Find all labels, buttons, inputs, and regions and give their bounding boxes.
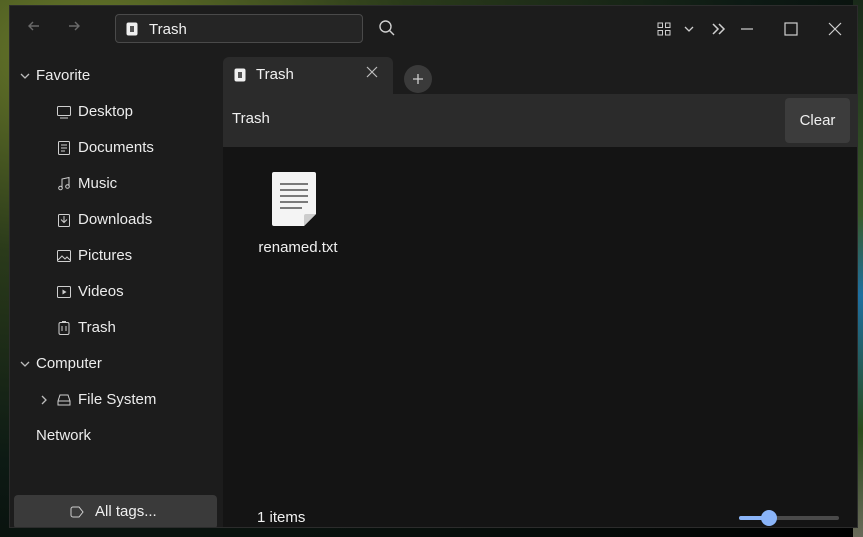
- chevrons-right-icon: [712, 23, 726, 35]
- video-icon: [57, 286, 71, 298]
- sidebar: Favorite Desktop Documents Music Downloa…: [10, 52, 220, 527]
- item-count: 1 items: [257, 509, 306, 526]
- arrow-left-icon: [28, 21, 39, 31]
- path-label: Trash: [232, 110, 270, 127]
- zoom-slider[interactable]: [739, 510, 839, 526]
- download-icon: [58, 214, 70, 227]
- tab-trash[interactable]: Trash: [223, 57, 393, 94]
- sidebar-section-favorite[interactable]: Favorite: [10, 61, 220, 91]
- sidebar-item-documents[interactable]: Documents: [10, 133, 220, 163]
- sidebar-item-music[interactable]: Music: [10, 169, 220, 199]
- sidebar-item-label: Downloads: [78, 211, 153, 228]
- all-tags-label: All tags...: [95, 503, 157, 520]
- new-tab-button[interactable]: [404, 65, 432, 93]
- tab-label: Trash: [256, 66, 294, 83]
- trash-icon: [126, 22, 138, 36]
- chevron-down-icon: [20, 361, 30, 367]
- forward-button[interactable]: [62, 18, 86, 40]
- sidebar-item-pictures[interactable]: Pictures: [10, 241, 220, 271]
- grid-view-icon: [657, 22, 671, 36]
- desktop-icon: [57, 106, 71, 119]
- plus-icon: [413, 74, 423, 84]
- close-icon: [828, 22, 842, 36]
- sidebar-item-trash[interactable]: Trash: [10, 313, 220, 343]
- sidebar-item-label: File System: [78, 391, 157, 408]
- trash-icon: [58, 321, 70, 335]
- sidebar-item-label: Videos: [78, 283, 124, 300]
- zoom-slider-handle[interactable]: [761, 510, 777, 526]
- back-button[interactable]: [22, 18, 46, 40]
- maximize-icon: [784, 22, 798, 36]
- sidebar-section-computer[interactable]: Computer: [10, 349, 220, 379]
- path-bar: Trash Clear: [223, 94, 857, 147]
- sidebar-item-downloads[interactable]: Downloads: [10, 205, 220, 235]
- search-button[interactable]: [378, 19, 396, 42]
- sidebar-item-desktop[interactable]: Desktop: [10, 97, 220, 127]
- main-pane: Trash Trash Clear renamed.txt 1 items: [223, 52, 857, 527]
- tab-close-button[interactable]: [366, 65, 378, 83]
- sidebar-item-label: Pictures: [78, 247, 133, 264]
- tag-icon: [70, 506, 84, 518]
- document-icon: [58, 141, 70, 155]
- chevron-down-icon: [20, 73, 30, 79]
- sidebar-item-label: Music: [78, 175, 118, 192]
- chevron-right-icon: [41, 395, 47, 405]
- sidebar-item-label: Desktop: [78, 103, 134, 120]
- close-icon: [366, 66, 378, 78]
- all-tags-button[interactable]: All tags...: [14, 495, 217, 527]
- picture-icon: [57, 250, 71, 262]
- sidebar-section-label: Computer: [36, 355, 102, 372]
- arrow-right-icon: [69, 21, 80, 31]
- sidebar-item-file-system[interactable]: File System: [10, 385, 220, 415]
- sidebar-item-label: Trash: [78, 319, 116, 336]
- trash-icon: [234, 68, 246, 82]
- clear-trash-button[interactable]: Clear: [785, 98, 850, 143]
- file-manager-window: Trash Favorite Desktop Documents Music D…: [9, 5, 858, 528]
- drive-icon: [57, 394, 71, 406]
- status-bar: 1 items: [223, 507, 857, 527]
- tab-bar: Trash: [223, 52, 857, 94]
- music-icon: [58, 176, 70, 191]
- sidebar-section-network[interactable]: Network: [10, 421, 220, 451]
- search-icon: [379, 20, 395, 36]
- sidebar-item-label: Documents: [78, 139, 154, 156]
- sidebar-section-label: Network: [36, 427, 92, 444]
- titlebar: Trash: [10, 6, 857, 52]
- chevron-down-icon: [684, 26, 694, 32]
- address-text: Trash: [149, 21, 187, 38]
- minimize-icon: [741, 28, 753, 30]
- sidebar-section-label: Favorite: [36, 67, 91, 84]
- address-bar[interactable]: Trash: [115, 14, 363, 43]
- file-name: renamed.txt: [258, 239, 338, 256]
- sidebar-item-videos[interactable]: Videos: [10, 277, 220, 307]
- text-file-icon: [272, 172, 316, 226]
